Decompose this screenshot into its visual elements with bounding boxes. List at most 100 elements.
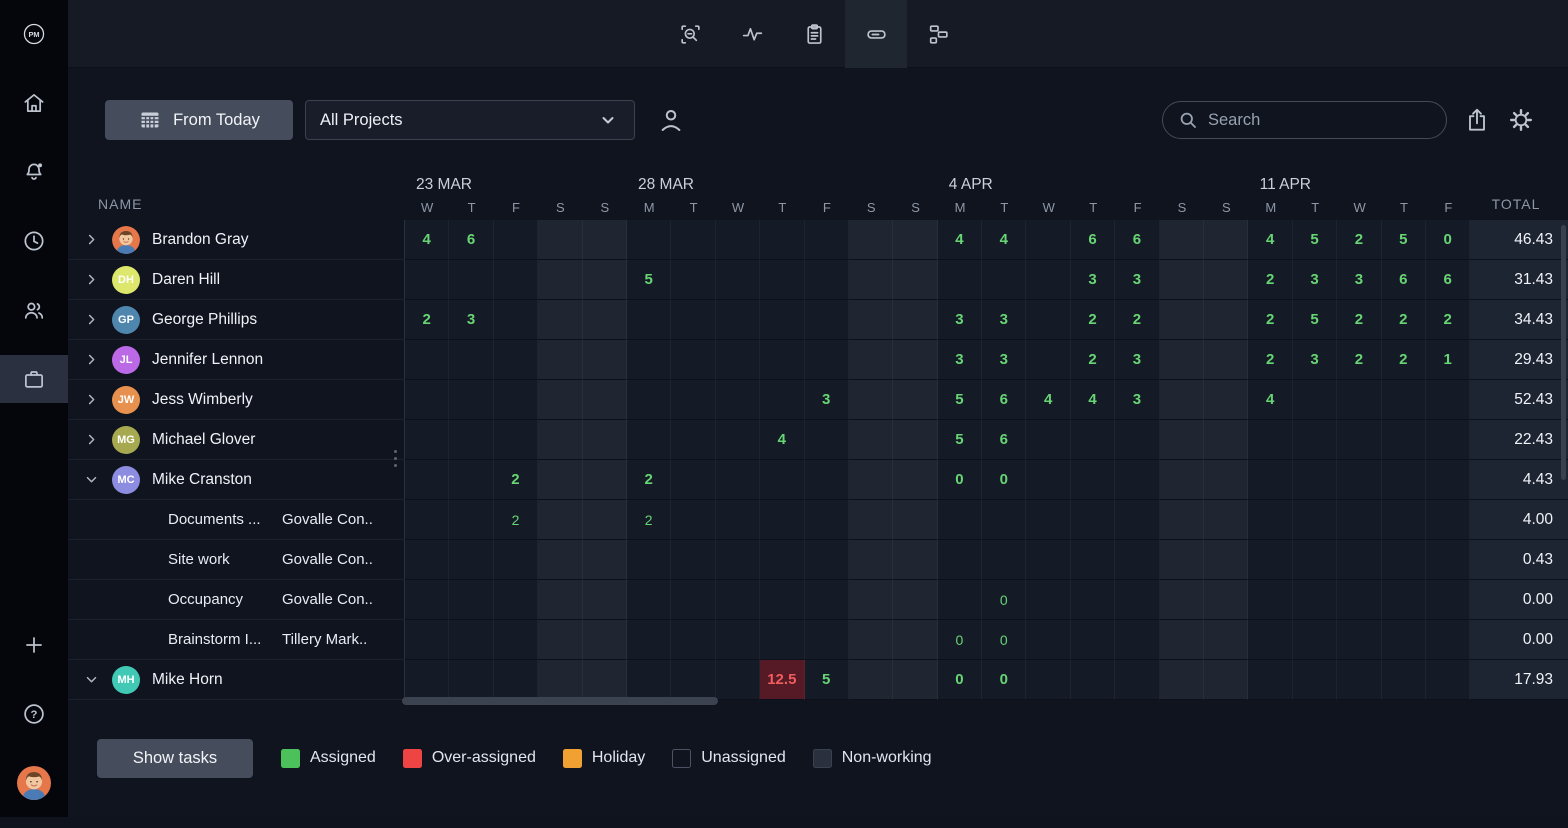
day-cell[interactable]: 6 [1382, 260, 1426, 300]
day-cell[interactable] [627, 580, 671, 620]
day-cell[interactable] [1382, 620, 1426, 660]
chevron-right-icon[interactable] [84, 312, 99, 327]
day-cell[interactable] [538, 500, 582, 540]
day-cell[interactable] [671, 540, 715, 580]
day-cell[interactable] [583, 380, 627, 420]
settings-button[interactable] [1499, 98, 1543, 142]
sidebar-item-time[interactable] [0, 217, 68, 265]
day-cell[interactable] [538, 660, 582, 700]
day-cell[interactable] [494, 380, 538, 420]
day-cell[interactable] [1026, 460, 1070, 500]
day-cell[interactable] [1337, 420, 1381, 460]
day-cell[interactable] [671, 580, 715, 620]
from-today-button[interactable]: From Today [105, 100, 293, 140]
day-cell[interactable] [1426, 540, 1470, 580]
person-name-cell[interactable]: Brandon Gray [68, 220, 405, 260]
day-cell[interactable] [494, 620, 538, 660]
chevron-right-icon[interactable] [84, 232, 99, 247]
sidebar-item-help[interactable]: ? [0, 690, 68, 738]
project-filter-dropdown[interactable]: All Projects [305, 100, 635, 140]
day-cell[interactable] [1204, 500, 1248, 540]
day-cell[interactable] [805, 300, 849, 340]
day-cell[interactable] [1160, 380, 1204, 420]
day-cell[interactable]: 2 [1382, 340, 1426, 380]
day-cell[interactable] [1204, 660, 1248, 700]
day-cell[interactable] [760, 300, 804, 340]
export-button[interactable] [1455, 98, 1499, 142]
day-cell[interactable] [1426, 460, 1470, 500]
day-cell[interactable] [671, 500, 715, 540]
day-cell[interactable] [449, 620, 493, 660]
day-cell[interactable]: 6 [982, 420, 1026, 460]
day-cell[interactable] [760, 220, 804, 260]
day-cell[interactable] [1248, 500, 1292, 540]
day-cell[interactable]: 5 [1382, 220, 1426, 260]
day-cell[interactable]: 6 [982, 380, 1026, 420]
day-cell[interactable] [538, 460, 582, 500]
day-cell[interactable] [849, 300, 893, 340]
day-cell[interactable] [1026, 260, 1070, 300]
day-cell[interactable] [405, 460, 449, 500]
day-cell[interactable]: 2 [1248, 340, 1292, 380]
day-cell[interactable] [1337, 500, 1381, 540]
day-cell[interactable]: 2 [1115, 300, 1159, 340]
tab-workflow[interactable] [907, 0, 969, 68]
day-cell[interactable] [1382, 420, 1426, 460]
day-cell[interactable] [893, 420, 937, 460]
day-cell[interactable] [716, 220, 760, 260]
day-cell[interactable] [671, 420, 715, 460]
day-cell[interactable] [1026, 420, 1070, 460]
day-cell[interactable] [583, 540, 627, 580]
day-cell[interactable] [805, 420, 849, 460]
day-cell[interactable] [1204, 620, 1248, 660]
day-cell[interactable] [1426, 500, 1470, 540]
day-cell[interactable] [1204, 420, 1248, 460]
day-cell[interactable] [1160, 620, 1204, 660]
day-cell[interactable] [671, 300, 715, 340]
day-cell[interactable] [1071, 420, 1115, 460]
day-cell[interactable] [494, 260, 538, 300]
day-cell[interactable]: 5 [627, 260, 671, 300]
day-cell[interactable] [494, 580, 538, 620]
day-cell[interactable] [583, 580, 627, 620]
day-cell[interactable] [1115, 420, 1159, 460]
day-cell[interactable] [1248, 580, 1292, 620]
day-cell[interactable] [1337, 460, 1381, 500]
day-cell[interactable] [1071, 580, 1115, 620]
day-cell[interactable]: 4 [1071, 380, 1115, 420]
day-cell[interactable] [405, 580, 449, 620]
day-cell[interactable] [583, 340, 627, 380]
day-cell[interactable] [982, 500, 1026, 540]
day-cell[interactable] [1071, 660, 1115, 700]
day-cell[interactable] [893, 580, 937, 620]
day-cell[interactable] [1026, 500, 1070, 540]
day-cell[interactable] [893, 500, 937, 540]
day-cell[interactable] [849, 620, 893, 660]
day-cell[interactable] [405, 660, 449, 700]
day-cell[interactable] [671, 660, 715, 700]
day-cell[interactable] [494, 420, 538, 460]
day-cell[interactable] [1293, 380, 1337, 420]
day-cell[interactable]: 0 [938, 460, 982, 500]
person-name-cell[interactable]: MHMike Horn [68, 660, 405, 700]
day-cell[interactable]: 5 [938, 380, 982, 420]
day-cell[interactable]: 0 [982, 660, 1026, 700]
day-cell[interactable] [1293, 660, 1337, 700]
day-cell[interactable] [583, 620, 627, 660]
sidebar-item-notifications[interactable] [0, 148, 68, 196]
day-cell[interactable] [627, 340, 671, 380]
day-cell[interactable] [893, 460, 937, 500]
day-cell[interactable]: 2 [627, 500, 671, 540]
day-cell[interactable] [1160, 340, 1204, 380]
day-cell[interactable] [1248, 540, 1292, 580]
day-cell[interactable] [1115, 460, 1159, 500]
day-cell[interactable]: 3 [938, 340, 982, 380]
app-logo[interactable]: PM [0, 0, 68, 68]
day-cell[interactable]: 0 [982, 620, 1026, 660]
day-cell[interactable] [1293, 580, 1337, 620]
day-cell[interactable] [494, 340, 538, 380]
day-cell[interactable] [1160, 540, 1204, 580]
day-cell[interactable]: 3 [1115, 380, 1159, 420]
day-cell[interactable] [1115, 500, 1159, 540]
day-cell[interactable] [583, 460, 627, 500]
